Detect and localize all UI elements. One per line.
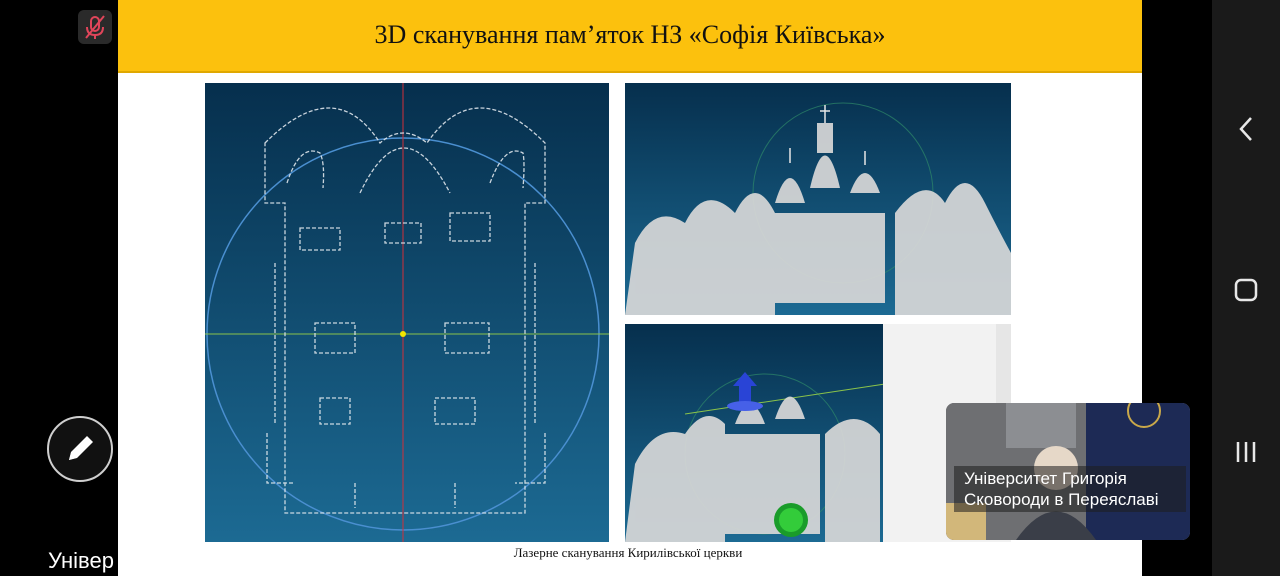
pencil-icon [69,436,93,460]
software-toolbar [996,324,1011,409]
floor-plan-scan [205,83,609,542]
mic-off-icon [85,15,105,39]
church-3d-scan [625,83,1011,315]
edit-button[interactable] [47,416,113,482]
mute-button[interactable] [78,10,112,44]
slide-title: 3D сканування пам’яток НЗ «Софія Київськ… [374,20,886,49]
three-bars-icon[interactable] [1234,440,1258,464]
overlay-caption-text: Універ [48,548,114,573]
chevron-left-icon[interactable] [1236,116,1256,142]
participant-name: Університет Григорія Сковороди в Переясл… [954,466,1186,512]
figure-caption: Лазерне сканування Кирилівської церкви [513,545,743,560]
system-nav-bar [1212,0,1280,576]
square-icon[interactable] [1234,278,1258,302]
slide-header: 3D сканування пам’яток НЗ «Софія Київськ… [118,0,1142,73]
